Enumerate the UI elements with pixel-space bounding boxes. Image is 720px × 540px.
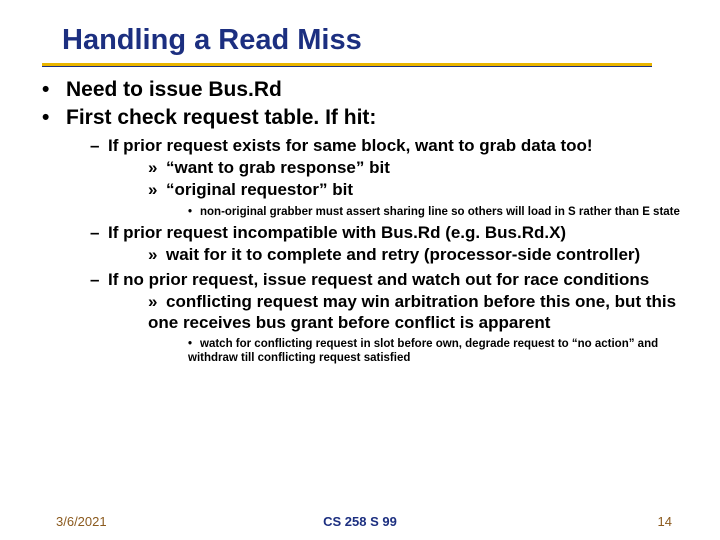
raquo-icon: » (148, 292, 166, 312)
bullet-2a-note-text: non-original grabber must assert sharing… (200, 206, 680, 218)
raquo-icon: » (148, 245, 166, 265)
bullet-2c-i: »conflicting request may win arbitration… (148, 292, 702, 333)
title-rule-dark (42, 66, 652, 67)
bullet-icon: • (42, 77, 66, 103)
bullet-2a-ii-text: “original requestor” bit (166, 180, 353, 199)
slide-body: •Need to issue Bus.Rd •First check reque… (42, 77, 702, 366)
dash-icon: – (90, 270, 108, 290)
bullet-2a-i: »“want to grab response” bit (148, 158, 702, 178)
slide: Handling a Read Miss •Need to issue Bus.… (0, 0, 720, 540)
dash-icon: – (90, 223, 108, 243)
bullet-1: •Need to issue Bus.Rd (42, 77, 702, 103)
bullet-2c-text: If no prior request, issue request and w… (108, 270, 649, 289)
bullet-2a-text: If prior request exists for same block, … (108, 136, 593, 155)
bullet-2c-note-text: watch for conflicting request in slot be… (188, 338, 658, 364)
bullet-2b-i-text: wait for it to complete and retry (proce… (166, 245, 640, 264)
bullet-2b-text: If prior request incompatible with Bus.R… (108, 223, 566, 242)
dot-icon: • (188, 337, 200, 351)
bullet-2a-i-text: “want to grab response” bit (166, 158, 390, 177)
bullet-2a-note: •non-original grabber must assert sharin… (188, 205, 702, 219)
slide-title: Handling a Read Miss (62, 24, 720, 57)
bullet-2b-i: »wait for it to complete and retry (proc… (148, 245, 702, 265)
bullet-2c-note: •watch for conflicting request in slot b… (188, 337, 702, 366)
bullet-2c-i-text: conflicting request may win arbitration … (148, 292, 676, 331)
raquo-icon: » (148, 180, 166, 200)
raquo-icon: » (148, 158, 166, 178)
bullet-icon: • (42, 105, 66, 131)
bullet-1-text: Need to issue Bus.Rd (66, 78, 282, 101)
footer-page-number: 14 (658, 514, 672, 529)
bullet-2: •First check request table. If hit: (42, 105, 702, 131)
bullet-2-text: First check request table. If hit: (66, 106, 376, 129)
bullet-2a-ii: »“original requestor” bit (148, 180, 702, 200)
bullet-2b: –If prior request incompatible with Bus.… (90, 223, 702, 243)
dot-icon: • (188, 205, 200, 219)
bullet-2a: –If prior request exists for same block,… (90, 136, 702, 156)
footer-course: CS 258 S 99 (0, 514, 720, 529)
dash-icon: – (90, 136, 108, 156)
bullet-2c: –If no prior request, issue request and … (90, 270, 702, 290)
